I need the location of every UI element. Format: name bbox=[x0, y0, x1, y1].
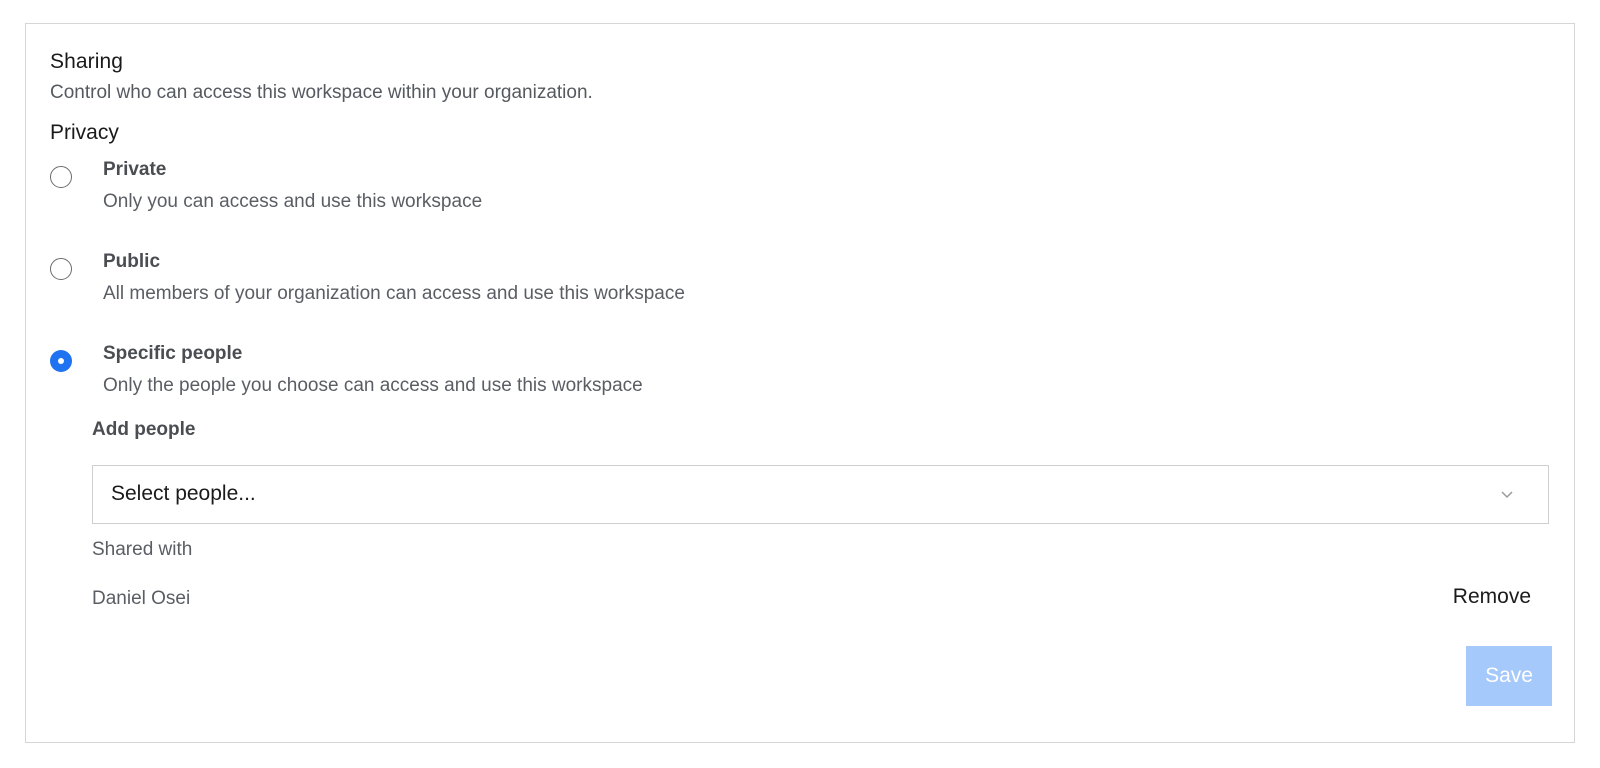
privacy-option-private[interactable]: Private Only you can access and use this… bbox=[50, 159, 850, 221]
save-button[interactable]: Save bbox=[1466, 646, 1552, 706]
privacy-option-description: All members of your organization can acc… bbox=[103, 283, 685, 304]
privacy-option-specific-people[interactable]: Specific people Only the people you choo… bbox=[50, 343, 850, 405]
radio-private[interactable] bbox=[50, 166, 72, 188]
chevron-down-icon bbox=[1501, 491, 1513, 499]
privacy-option-public[interactable]: Public All members of your organization … bbox=[50, 251, 850, 313]
add-people-label: Add people bbox=[92, 419, 196, 440]
privacy-option-label: Private bbox=[103, 159, 167, 180]
radio-public[interactable] bbox=[50, 258, 72, 280]
privacy-option-label: Public bbox=[103, 251, 161, 272]
shared-with-label: Shared with bbox=[92, 539, 193, 560]
privacy-title: Privacy bbox=[50, 121, 119, 144]
sharing-description: Control who can access this workspace wi… bbox=[50, 82, 593, 103]
privacy-option-description: Only the people you choose can access an… bbox=[103, 375, 643, 396]
remove-person-button[interactable]: Remove bbox=[1453, 585, 1531, 609]
select-people-dropdown[interactable]: Select people... bbox=[92, 465, 1549, 524]
privacy-option-description: Only you can access and use this workspa… bbox=[103, 191, 483, 212]
select-people-placeholder: Select people... bbox=[111, 482, 256, 505]
sharing-settings-panel: Sharing Control who can access this work… bbox=[25, 23, 1575, 743]
shared-person-name: Daniel Osei bbox=[92, 588, 191, 609]
privacy-option-label: Specific people bbox=[103, 343, 243, 364]
radio-specific-people[interactable] bbox=[50, 350, 72, 372]
sharing-title: Sharing bbox=[50, 50, 124, 73]
